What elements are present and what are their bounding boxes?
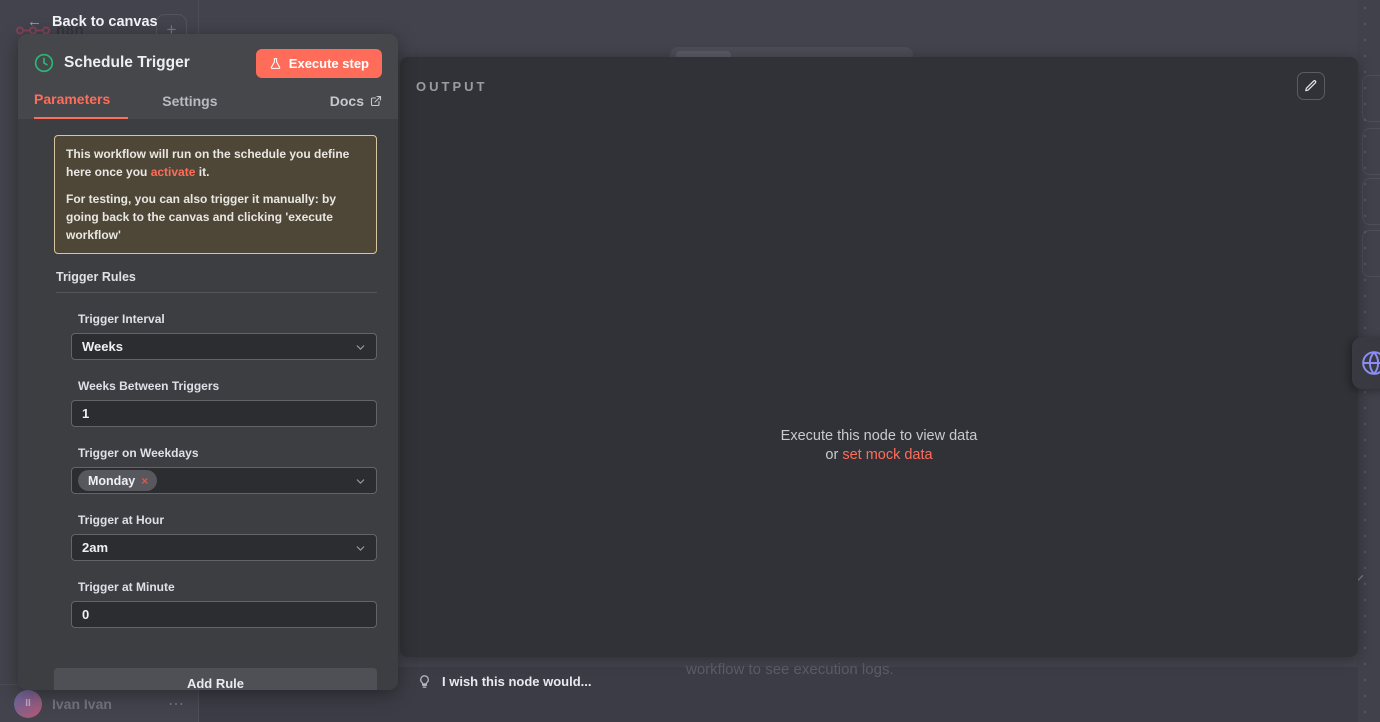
background-logs-text: workflow to see execution logs. (686, 661, 894, 678)
edit-output-button[interactable] (1297, 72, 1325, 100)
node-panel-header: Schedule Trigger Execute step Parameters… (18, 34, 398, 119)
weekday-tag-label: Monday (88, 474, 135, 488)
user-menu-ellipsis[interactable]: ⋯ (168, 694, 185, 714)
weeks-between-input[interactable]: 1 (71, 400, 377, 427)
background-node-card (1362, 75, 1380, 122)
node-title: Schedule Trigger (64, 54, 256, 72)
notice-line1: This workflow will run on the schedule y… (66, 145, 365, 181)
arrow-left-icon: ← (27, 13, 42, 30)
trigger-hour-select[interactable]: 2am (71, 534, 377, 561)
tab-settings[interactable]: Settings (154, 93, 225, 119)
wish-node-label: I wish this node would... (442, 674, 592, 689)
node-detail-panel: Schedule Trigger Execute step Parameters… (18, 34, 398, 690)
param-label: Trigger Interval (71, 312, 377, 326)
wish-node-prompt[interactable]: I wish this node would... (417, 674, 592, 689)
trigger-rules-heading: Trigger Rules (56, 270, 377, 293)
external-link-icon (370, 95, 382, 107)
set-mock-data-link[interactable]: set mock data (842, 447, 932, 463)
globe-side-tab[interactable] (1352, 337, 1380, 389)
app-window: n8n + II Ivan Ivan ⋯ ← Back to canvas wo… (0, 0, 1380, 722)
node-panel-tabs: Parameters Settings Docs (34, 91, 382, 119)
schedule-notice: This workflow will run on the schedule y… (54, 135, 377, 254)
param-trigger-minute: Trigger at Minute 0 (71, 580, 377, 628)
lightbulb-icon (417, 674, 432, 689)
back-to-canvas-label: Back to canvas (52, 14, 158, 30)
weekdays-multiselect[interactable]: Monday × (71, 467, 377, 494)
flask-icon (269, 57, 282, 70)
node-panel-body: This workflow will run on the schedule y… (18, 119, 398, 690)
output-empty-state: Execute this node to view data or set mo… (400, 427, 1358, 465)
weeks-between-value: 1 (82, 406, 89, 421)
output-panel-title: OUTPUT (416, 79, 487, 94)
weekday-tag: Monday × (78, 470, 157, 491)
param-label: Trigger at Hour (71, 513, 377, 527)
param-label: Weeks Between Triggers (71, 379, 377, 393)
trigger-minute-value: 0 (82, 607, 89, 622)
param-trigger-weekdays: Trigger on Weekdays Monday × (71, 446, 377, 494)
execute-step-button[interactable]: Execute step (256, 49, 382, 78)
chevron-down-icon (354, 475, 367, 488)
param-trigger-hour: Trigger at Hour 2am (71, 513, 377, 561)
pencil-icon (1304, 79, 1318, 93)
clock-icon (34, 53, 54, 73)
chevron-down-icon (354, 341, 367, 354)
user-name: Ivan Ivan (52, 696, 168, 712)
execute-step-label: Execute step (289, 56, 369, 71)
avatar: II (14, 690, 42, 718)
background-node-card (1362, 230, 1380, 277)
param-trigger-interval: Trigger Interval Weeks (71, 312, 377, 360)
param-label: Trigger on Weekdays (71, 446, 377, 460)
output-panel: OUTPUT Execute this node to view data or… (400, 57, 1358, 657)
background-node-card (1362, 128, 1380, 175)
remove-tag-icon[interactable]: × (141, 474, 148, 488)
back-to-canvas-button[interactable]: ← Back to canvas (27, 13, 158, 30)
trigger-interval-value: Weeks (82, 339, 123, 354)
add-rule-button[interactable]: Add Rule (54, 668, 377, 690)
tab-docs[interactable]: Docs (322, 93, 382, 119)
docs-label: Docs (330, 93, 364, 109)
empty-state-line2: or set mock data (400, 446, 1358, 465)
background-node-card (1362, 178, 1380, 225)
trigger-minute-input[interactable]: 0 (71, 601, 377, 628)
globe-icon (1361, 350, 1380, 376)
empty-state-line1: Execute this node to view data (400, 427, 1358, 446)
chevron-down-icon (354, 542, 367, 555)
notice-line2: For testing, you can also trigger it man… (66, 190, 365, 244)
param-weeks-between: Weeks Between Triggers 1 (71, 379, 377, 427)
trigger-interval-select[interactable]: Weeks (71, 333, 377, 360)
empty-state-or: or (825, 447, 842, 463)
activate-link[interactable]: activate (151, 165, 196, 179)
tab-parameters[interactable]: Parameters (34, 91, 128, 119)
notice-line1-suffix: it. (195, 165, 209, 179)
trigger-hour-value: 2am (82, 540, 108, 555)
param-label: Trigger at Minute (71, 580, 377, 594)
